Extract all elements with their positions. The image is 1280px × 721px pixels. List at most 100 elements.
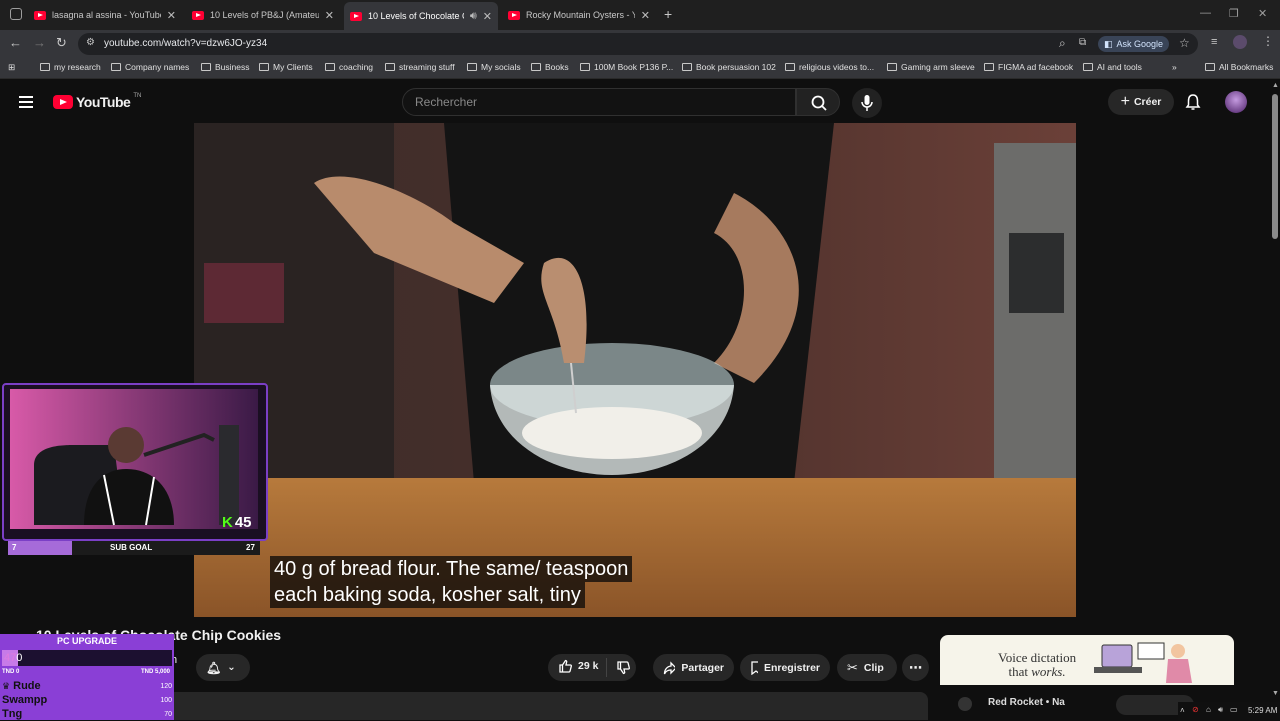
antivirus-icon[interactable]: ⊘ (1192, 705, 1199, 714)
site-info-icon[interactable]: ⚙ (86, 37, 95, 48)
close-tab-icon[interactable]: ✕ (325, 9, 334, 22)
leaderboard-name: Swampp (2, 694, 48, 706)
scroll-up-icon[interactable]: ▲ (1272, 82, 1279, 89)
bookmark-folder[interactable]: streaming stuff (385, 62, 455, 72)
all-bookmarks-folder[interactable]: All Bookmarks (1205, 62, 1273, 72)
folder-icon (682, 63, 692, 71)
pc-upgrade-title: PC UPGRADE (56, 636, 117, 646)
share-button[interactable]: Partager (653, 654, 734, 681)
bookmark-folder[interactable]: Gaming arm sleeve (887, 62, 975, 72)
like-button[interactable]: 29 k (558, 659, 598, 673)
channel-avatar (958, 697, 972, 711)
apps-grid-icon[interactable]: ⊞ (8, 62, 15, 73)
bookmark-folder[interactable]: Company names (111, 62, 189, 72)
close-tab-icon[interactable]: ✕ (641, 9, 650, 22)
display-icon[interactable]: ▭ (1230, 705, 1238, 714)
bookmark-folder[interactable]: My socials (467, 62, 521, 72)
tray-chevron-icon[interactable]: ˄ (1180, 706, 1185, 715)
back-icon[interactable]: ← (9, 35, 22, 50)
bookmark-folder[interactable]: coaching (325, 62, 373, 72)
voice-search-button[interactable] (852, 88, 882, 118)
notifications-bell-icon[interactable] (1185, 93, 1201, 116)
bookmark-folder[interactable]: 100M Book P136 P... (580, 62, 673, 72)
sub-goal-current: 7 (12, 543, 17, 552)
next-video-channel: Red Rocket • Na (988, 697, 1065, 708)
volume-icon[interactable]: 🔊︎ (1218, 705, 1223, 715)
streamer-webcam-overlay: K 45 (2, 383, 268, 541)
bookmark-label: religious videos to... (799, 62, 875, 72)
account-avatar[interactable] (1225, 91, 1247, 113)
cast-icon[interactable]: ⧉ (1079, 37, 1086, 48)
scroll-down-icon[interactable]: ▼ (1272, 690, 1279, 697)
tab-pbj[interactable]: 10 Levels of PB&J (Amateur to Food Scien… (186, 4, 340, 26)
save-button[interactable]: Enregistrer (740, 654, 830, 681)
folder-icon (111, 63, 121, 71)
clip-label: Clip (863, 661, 884, 674)
more-actions-button[interactable]: ⋯ (902, 654, 929, 681)
chevron-down-icon: ⌄ (227, 662, 236, 673)
folder-icon (259, 63, 269, 71)
bookmark-folder[interactable]: my research (40, 62, 101, 72)
minimize-icon[interactable]: — (1200, 7, 1211, 19)
chrome-menu-icon[interactable]: ⋮ (1262, 34, 1274, 48)
new-tab-icon[interactable]: + (664, 6, 672, 22)
create-button[interactable]: + Créer (1108, 89, 1174, 115)
leaderboard-score: 120 (160, 682, 172, 690)
zoom-icon[interactable]: ⌕ (1059, 36, 1066, 51)
bookmark-star-icon[interactable]: ☆ (1179, 36, 1190, 50)
notification-settings-button[interactable]: 🔔︎ ⌄ (196, 654, 250, 681)
more-bookmarks-icon[interactable]: » (1172, 62, 1177, 72)
bookmark-folder[interactable]: religious videos to... (785, 62, 874, 72)
tab-chocolate-chip-cookies[interactable]: 10 Levels of Chocolate Chip Cookies 🔊︎ ✕ (344, 2, 498, 30)
folder-icon (325, 63, 335, 71)
url-text[interactable]: youtube.com/watch?v=dzw6JO-yz34 (104, 38, 267, 49)
search-input[interactable] (403, 89, 795, 115)
tab-search-icon[interactable] (10, 8, 22, 20)
reading-list-icon[interactable]: ≡ (1211, 36, 1217, 48)
pc-upgrade-widget: PC UPGRADE 470 TND 0 TND 5,000 ♛ Rude 12… (0, 634, 174, 720)
ask-google-button[interactable]: ◧ Ask Google (1098, 36, 1170, 52)
more-horizontal-icon: ⋯ (909, 659, 922, 675)
youtube-header: YouTube TN + Créer (0, 80, 1270, 123)
search-box[interactable] (402, 88, 796, 116)
video-player[interactable] (194, 123, 1076, 617)
youtube-play-logo-icon (53, 95, 73, 109)
address-bar[interactable]: ⚙ youtube.com/watch?v=dzw6JO-yz34 ⌕ ⧉ ◧ … (78, 33, 1198, 55)
audio-playing-icon[interactable]: 🔊︎ (470, 10, 477, 23)
close-tab-icon[interactable]: ✕ (167, 9, 176, 22)
forward-icon[interactable]: → (33, 35, 46, 50)
plus-icon: + (1120, 93, 1130, 110)
restore-icon[interactable]: ❐ (1229, 7, 1239, 20)
scrollbar-thumb[interactable] (1272, 94, 1278, 239)
bookmark-folder[interactable]: My Clients (259, 62, 313, 72)
bell-icon: 🔔︎ (206, 660, 222, 675)
bookmark-folder[interactable]: Business (201, 62, 250, 72)
bookmark-label: my research (54, 62, 101, 72)
network-icon[interactable]: ⌂ (1206, 705, 1211, 714)
leaderboard-score: 100 (160, 696, 172, 704)
tab-lasagna[interactable]: lasagna al assina - YouTube ✕ (28, 4, 182, 26)
search-button[interactable] (796, 88, 840, 116)
bookmark-folder[interactable]: Book persuasion 102 (682, 62, 776, 72)
close-tab-icon[interactable]: ✕ (483, 10, 492, 23)
clock[interactable]: 5:29 AM (1248, 706, 1277, 715)
page-scrollbar[interactable]: ▲ ▼ (1270, 80, 1280, 702)
pc-upgrade-amount: 470 (4, 652, 22, 664)
bookmark-label: coaching (339, 62, 374, 72)
pc-upgrade-max: TND 5,000 (141, 669, 171, 675)
youtube-logo[interactable]: YouTube TN (53, 93, 141, 110)
bookmark-folder[interactable]: Books (531, 62, 569, 72)
tab-rocky-mountain-oysters[interactable]: Rocky Mountain Oysters - YouTube ✕ (502, 4, 656, 26)
bookmark-folder[interactable]: AI and tools (1083, 62, 1142, 72)
reload-icon[interactable]: ↻ (56, 35, 67, 51)
dislike-button[interactable] (616, 661, 630, 678)
sidebar-ad-banner[interactable]: Voice dictation that works. (940, 635, 1234, 685)
clip-button[interactable]: ✂ Clip (837, 654, 897, 681)
kick-count: 45 (234, 514, 252, 531)
hamburger-menu-icon[interactable] (19, 96, 33, 108)
profile-avatar-icon[interactable] (1233, 35, 1247, 49)
close-window-icon[interactable]: ✕ (1258, 7, 1267, 20)
thumbs-down-icon (617, 661, 630, 675)
bookmark-folder[interactable]: FIGMA ad facebook (984, 62, 1073, 72)
folder-icon (385, 63, 395, 71)
